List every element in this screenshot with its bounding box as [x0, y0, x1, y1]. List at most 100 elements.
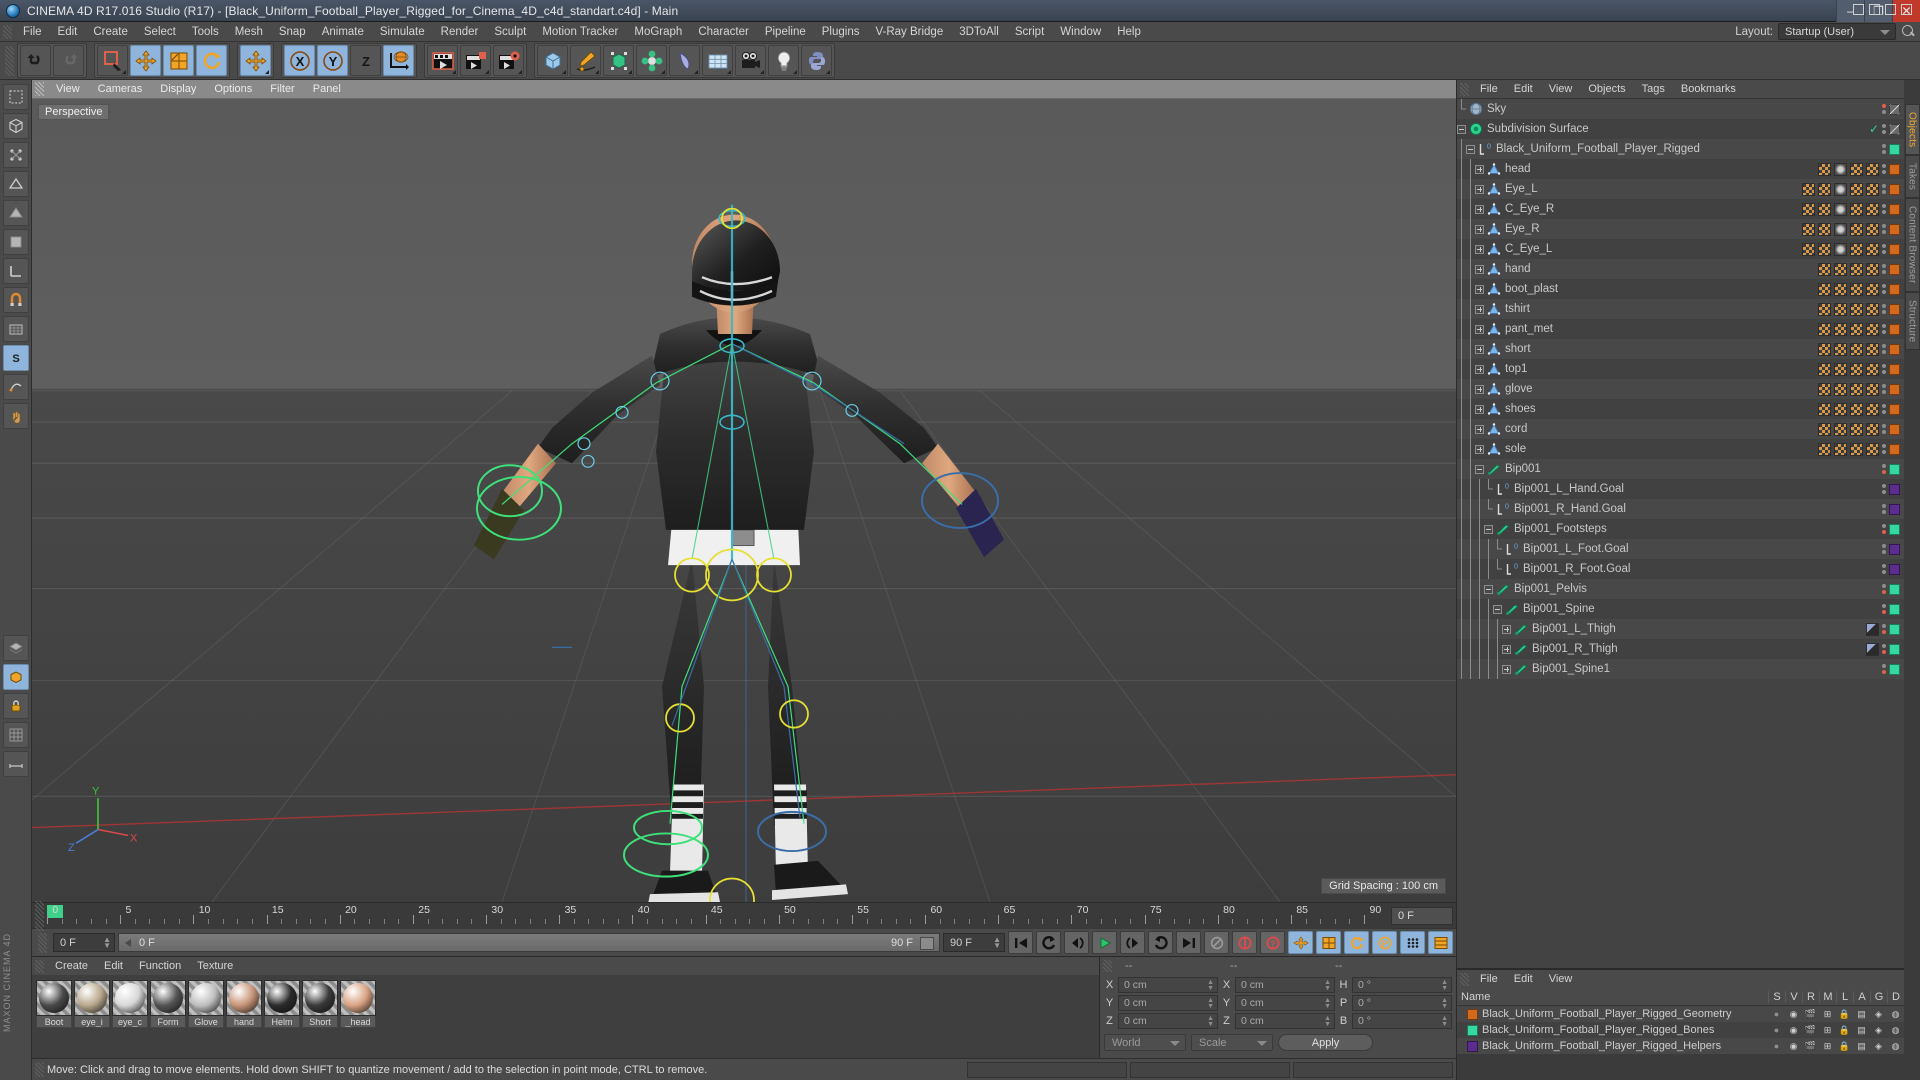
- axis-mode-button[interactable]: [2, 258, 29, 284]
- vertical-tab-objects[interactable]: Objects: [1904, 104, 1920, 156]
- visibility-dot[interactable]: [1882, 550, 1886, 554]
- layer-toggle-visible[interactable]: ◉: [1785, 1009, 1802, 1020]
- expand-icon[interactable]: [1475, 324, 1484, 334]
- object-row[interactable]: boot_plast: [1457, 279, 1904, 299]
- layer-color-swatch[interactable]: [1889, 403, 1900, 415]
- material-preview[interactable]: [340, 980, 376, 1016]
- loop-button[interactable]: [1148, 931, 1173, 954]
- texture-tag-icon[interactable]: [1866, 322, 1879, 336]
- visibility-dots[interactable]: [1882, 264, 1886, 274]
- object-row[interactable]: 0 Bip001_R_Foot.Goal: [1457, 559, 1904, 579]
- layer-color-swatch[interactable]: [1889, 223, 1900, 235]
- texture-tag-icon[interactable]: [1818, 402, 1831, 416]
- spinner-icon[interactable]: ▲ ▼: [1207, 1015, 1214, 1028]
- visibility-dots[interactable]: [1882, 644, 1886, 654]
- visibility-dot[interactable]: [1882, 564, 1886, 568]
- object-row[interactable]: Subdivision Surface ✓: [1457, 119, 1904, 139]
- visibility-dots[interactable]: [1882, 184, 1886, 194]
- preview-range-bar[interactable]: 0 F 90 F: [118, 933, 940, 952]
- object-row[interactable]: short: [1457, 339, 1904, 359]
- visibility-dot[interactable]: [1882, 390, 1886, 394]
- expand-icon[interactable]: [1475, 284, 1484, 294]
- layer-color-swatch[interactable]: [1889, 283, 1900, 295]
- visibility-dots[interactable]: [1882, 504, 1886, 514]
- layer-toggle-solo[interactable]: ●: [1768, 1009, 1785, 1019]
- texture-tag-icon[interactable]: [1850, 442, 1863, 456]
- uv-tools-button[interactable]: [2, 374, 29, 400]
- layer-col-s[interactable]: S: [1768, 991, 1785, 1003]
- visibility-dot[interactable]: [1882, 164, 1886, 168]
- object-row[interactable]: Bip001: [1457, 459, 1904, 479]
- layer-col-a[interactable]: A: [1853, 991, 1870, 1003]
- material-menubar-grip[interactable]: [35, 959, 44, 973]
- layer-col-d[interactable]: D: [1887, 991, 1904, 1003]
- texture-tag-icon[interactable]: [1834, 282, 1847, 296]
- menu-sculpt[interactable]: Sculpt: [486, 22, 534, 42]
- visibility-dot[interactable]: [1882, 604, 1886, 608]
- goto-start-button[interactable]: [1008, 931, 1033, 954]
- layer-swatch-none[interactable]: [1889, 123, 1900, 135]
- coordinates-grip[interactable]: [1103, 960, 1112, 972]
- layer-color-swatch[interactable]: [1889, 503, 1900, 515]
- selection-tag-icon[interactable]: [1834, 222, 1847, 236]
- layer-color-swatch[interactable]: [1889, 523, 1900, 535]
- material-item[interactable]: Form: [150, 980, 186, 1028]
- visibility-dot[interactable]: [1882, 190, 1886, 194]
- vertical-tab-structure[interactable]: Structure: [1904, 291, 1920, 351]
- visibility-dot[interactable]: [1882, 284, 1886, 288]
- vertical-tab-content-browser[interactable]: Content Browser: [1904, 198, 1920, 292]
- move-variant-button[interactable]: [240, 45, 271, 76]
- layer-toggle-deformer[interactable]: ◍: [1887, 1041, 1904, 1052]
- object-row[interactable]: Bip001_L_Thigh: [1457, 619, 1904, 639]
- layer-col-g[interactable]: G: [1870, 991, 1887, 1003]
- texture-tag-icon[interactable]: [1802, 182, 1815, 196]
- menu-character[interactable]: Character: [690, 22, 757, 42]
- redo-button[interactable]: [53, 45, 84, 76]
- layer-menu-view[interactable]: View: [1541, 970, 1581, 989]
- coord-input-size-x[interactable]: 0 cm ▲ ▼: [1235, 977, 1335, 993]
- spinner-icon[interactable]: ▲ ▼: [1441, 997, 1448, 1010]
- selection-tool-button[interactable]: [2, 84, 29, 110]
- collapse-icon[interactable]: [1457, 124, 1466, 134]
- texture-tag-icon[interactable]: [1866, 382, 1879, 396]
- viewport-menu-view[interactable]: View: [47, 80, 89, 99]
- layer-color-swatch[interactable]: [1889, 643, 1900, 655]
- layer-swatch-none[interactable]: [1889, 103, 1900, 115]
- texture-tag-icon[interactable]: [1818, 162, 1831, 176]
- model-mode-button[interactable]: [2, 229, 29, 255]
- object-row[interactable]: top1: [1457, 359, 1904, 379]
- spinner-icon[interactable]: ▲ ▼: [1324, 1015, 1331, 1028]
- visibility-dot[interactable]: [1882, 570, 1886, 574]
- texture-tag-icon[interactable]: [1818, 302, 1831, 316]
- object-tree[interactable]: Sky Subdivision Surface ✓ 0 Black_Uniform_Fo…: [1457, 99, 1904, 968]
- viewport-rotate-icon[interactable]: [1885, 4, 1896, 15]
- material-menu-function[interactable]: Function: [131, 957, 189, 975]
- visibility-dots[interactable]: [1882, 304, 1886, 314]
- texture-tag-icon[interactable]: [1818, 282, 1831, 296]
- visibility-dot[interactable]: [1882, 530, 1886, 534]
- viewport-menu-filter[interactable]: Filter: [261, 80, 303, 99]
- key-rotation-button[interactable]: [1344, 931, 1369, 954]
- camera-button[interactable]: [735, 45, 766, 76]
- layer-toggle-manager[interactable]: ⊞: [1819, 1025, 1836, 1036]
- texture-tag-icon[interactable]: [1866, 302, 1879, 316]
- texture-tag-icon[interactable]: [1834, 402, 1847, 416]
- polygons-mode-button[interactable]: [2, 200, 29, 226]
- material-swatch-grid[interactable]: Boot eye_i eye_c Form Glove hand Helm Short _hea…: [32, 975, 1099, 1058]
- texture-tag-icon[interactable]: [1850, 222, 1863, 236]
- expand-icon[interactable]: [1502, 644, 1511, 654]
- visibility-dot[interactable]: [1882, 444, 1886, 448]
- layer-toggle-manager[interactable]: ⊞: [1819, 1041, 1836, 1052]
- layer-toggle-visible[interactable]: ◉: [1785, 1041, 1802, 1052]
- material-item[interactable]: hand: [226, 980, 262, 1028]
- layer-toggle-render[interactable]: 🎬: [1802, 1009, 1819, 1020]
- ctrlbar-grip[interactable]: [38, 932, 47, 953]
- range-start-handle-icon[interactable]: [125, 939, 131, 947]
- visibility-dot[interactable]: [1882, 144, 1886, 148]
- material-item[interactable]: Short: [302, 980, 338, 1028]
- layer-toggle-render[interactable]: 🎬: [1802, 1025, 1819, 1036]
- key-position-button[interactable]: [1288, 931, 1313, 954]
- texture-tag-icon[interactable]: [1834, 322, 1847, 336]
- texture-tag-icon[interactable]: [1866, 422, 1879, 436]
- collapse-icon[interactable]: [1484, 524, 1493, 534]
